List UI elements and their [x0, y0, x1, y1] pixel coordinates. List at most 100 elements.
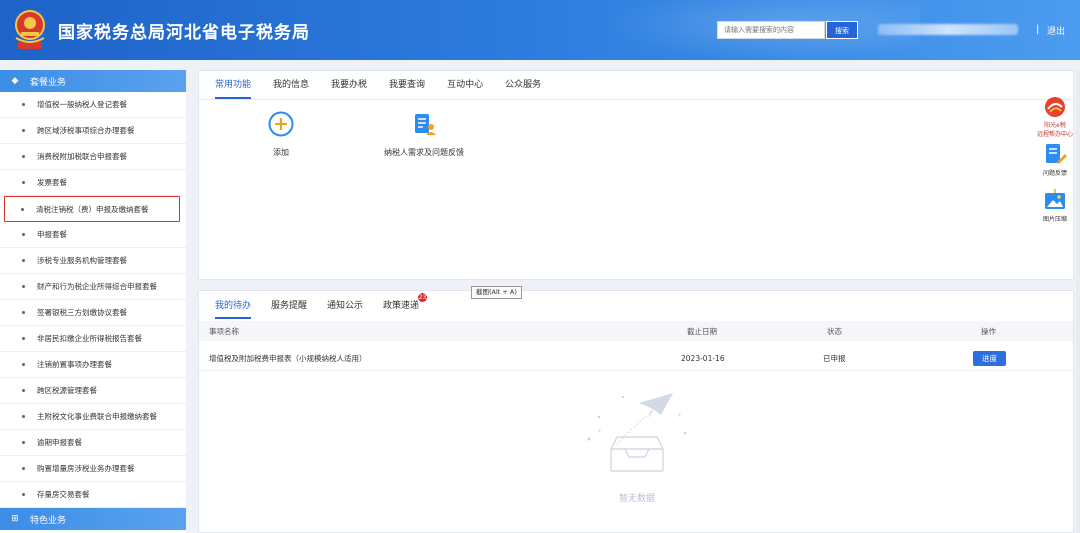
sidebar-item-label: 消费税附加税联合申报套餐: [37, 152, 127, 161]
tab-notice[interactable]: 通知公示: [327, 291, 363, 319]
tabs-divider: [199, 99, 1073, 100]
table-row: 增值税及附加税费申报表（小规模纳税人适用） 2023-01-16 已申报 进度: [199, 347, 1073, 371]
national-emblem-icon: [15, 10, 45, 49]
sidebar-item-label: 签署银税三方划缴协议套餐: [37, 308, 127, 317]
sunshine-tax-logo-icon: [1045, 97, 1065, 117]
layers-icon: ◆: [11, 76, 19, 86]
image-compress-icon: [1045, 189, 1065, 209]
bullet-icon: [22, 337, 25, 340]
bullet-icon: [22, 129, 25, 132]
sidebar-item[interactable]: 涉税专业服务机构管理套餐: [0, 248, 186, 274]
tab-service-reminder[interactable]: 服务提醒: [271, 291, 307, 319]
add-function-button[interactable]: 添加: [261, 111, 301, 158]
sidebar-item-label: 发票套餐: [37, 178, 67, 187]
header-separator: |: [1036, 24, 1040, 35]
sidebar-item[interactable]: 跨区税源管理套餐: [0, 378, 186, 404]
col-header-status: 状态: [827, 326, 842, 336]
progress-button-wrap: 进度: [973, 347, 1006, 370]
table-header: 事项名称 截止日期 状态 操作: [199, 321, 1073, 341]
bullet-icon: [22, 441, 25, 444]
page-scrollbar[interactable]: [1076, 70, 1080, 533]
sidebar-item[interactable]: 购置增量房涉税业务办理套餐: [0, 456, 186, 482]
tab-public-service[interactable]: 公众服务: [505, 71, 541, 99]
sidebar-item-label: 增值税一般纳税人登记套餐: [37, 100, 127, 109]
progress-button[interactable]: 进度: [973, 351, 1006, 366]
search-input[interactable]: [717, 21, 825, 39]
bullet-icon: [22, 311, 25, 314]
bullet-icon: [22, 285, 25, 288]
bullet-icon: [22, 493, 25, 496]
sidebar-category-special[interactable]: ⊞ 特色业务: [0, 508, 186, 530]
tab-my-info[interactable]: 我的信息: [273, 71, 309, 99]
remote-help-center-button[interactable]: 阳光e税 远程帮办中心: [1036, 96, 1074, 138]
sidebar-item[interactable]: 发票套餐: [0, 170, 186, 196]
sidebar-item[interactable]: 主附税文化事业费联合申报缴纳套餐: [0, 404, 186, 430]
image-compress-button[interactable]: 图片压缩: [1036, 188, 1074, 223]
col-header-deadline: 截止日期: [687, 326, 717, 336]
tab-policy-label: 政策速递: [383, 301, 420, 311]
empty-state-text: 暂无数据: [618, 494, 655, 504]
sidebar-item[interactable]: 非居民扣缴企业所得税报告套餐: [0, 326, 186, 352]
logout-link[interactable]: 退出: [1047, 24, 1065, 37]
screenshot-tooltip: 截图(Alt + A): [471, 286, 522, 299]
tab-do-tax[interactable]: 我要办税: [331, 71, 367, 99]
site-title: 国家税务总局河北省电子税务局: [58, 23, 310, 43]
bullet-icon: [22, 103, 25, 106]
sidebar-item-label: 申报套餐: [37, 230, 67, 239]
tab-query[interactable]: 我要查询: [389, 71, 425, 99]
add-icon: [268, 111, 294, 137]
sidebar-item[interactable]: 签署银税三方划缴协议套餐: [0, 300, 186, 326]
tab-policy-express[interactable]: 政策速递 23: [383, 291, 428, 319]
sidebar-category-package[interactable]: ◆ 套餐业务: [0, 70, 186, 92]
svg-text:+: +: [677, 412, 682, 419]
sidebar-item[interactable]: 财产和行为税企业所得综合申报套餐: [0, 274, 186, 300]
bullet-icon: [21, 207, 24, 211]
sidebar-item-label: 购置增量房涉税业务办理套餐: [37, 464, 135, 473]
sidebar: ◆ 套餐业务 增值税一般纳税人登记套餐 跨区域涉税事项综合办理套餐 消费税附加税…: [0, 70, 186, 533]
sidebar-item[interactable]: 申报套餐: [0, 222, 186, 248]
add-function-label: 添加: [273, 148, 289, 157]
search-button[interactable]: 搜索: [826, 21, 858, 39]
sidebar-category-label: 套餐业务: [30, 77, 67, 88]
edit-document-icon: [1046, 144, 1067, 164]
tab-my-todo[interactable]: 我的待办: [215, 291, 252, 319]
bullet-icon: [22, 259, 25, 262]
todo-panel: 我的待办 服务提醒 通知公示 政策速递 23 截图(Alt + A) 事项名称 …: [198, 286, 1074, 533]
todo-status: 已申报: [823, 354, 846, 363]
bottom-tabs: 我的待办 服务提醒 通知公示 政策速递 23: [199, 291, 428, 319]
bullet-icon: [22, 363, 25, 366]
sidebar-item[interactable]: 跨区域涉税事项综合办理套餐: [0, 118, 186, 144]
grid-icon: ⊞: [11, 514, 19, 524]
document-user-icon: [415, 114, 436, 135]
sidebar-category-label: 特色业务: [30, 515, 67, 526]
todo-name: 增值税及附加税费申报表（小规模纳税人适用）: [209, 354, 367, 363]
tab-interaction[interactable]: 互动中心: [447, 71, 483, 99]
sidebar-item[interactable]: 存量房交易套餐: [0, 482, 186, 508]
sidebar-item-label: 跨区域涉税事项综合办理套餐: [37, 126, 135, 135]
sidebar-item[interactable]: 增值税一般纳税人登记套餐: [0, 92, 186, 118]
sidebar-item-label: 跨区税源管理套餐: [37, 386, 97, 395]
tab-common-functions[interactable]: 常用功能: [215, 71, 252, 99]
col-header-name: 事项名称: [209, 326, 239, 336]
sidebar-item-label: 主附税文化事业费联合申报缴纳套餐: [37, 412, 157, 421]
empty-inbox-icon: + +: [587, 393, 687, 472]
bullet-icon: [22, 467, 25, 470]
user-name-blurred: [878, 24, 1018, 35]
sidebar-item-selected[interactable]: 清税注销税（费）申报及缴纳套餐: [4, 196, 180, 222]
common-functions-panel: 常用功能 我的信息 我要办税 我要查询 互动中心 公众服务 添加 纳税人需求及问…: [198, 70, 1074, 280]
bullet-icon: [22, 233, 25, 236]
notification-badge: 23: [418, 293, 428, 302]
sidebar-item[interactable]: 注销前置事项办理套餐: [0, 352, 186, 378]
sidebar-item-label: 存量房交易套餐: [37, 490, 90, 499]
problem-feedback-button[interactable]: 问题反馈: [1036, 142, 1074, 177]
bullet-icon: [22, 389, 25, 392]
header-bar: 国家税务总局河北省电子税务局 搜索 | 退出: [0, 0, 1080, 60]
sidebar-item-label: 非居民扣缴企业所得税报告套餐: [37, 334, 142, 343]
sidebar-item-label: 注销前置事项办理套餐: [37, 360, 112, 369]
image-compress-label: 图片压缩: [1042, 216, 1067, 223]
feedback-function-button[interactable]: 纳税人需求及问题反馈: [379, 111, 469, 158]
sidebar-item[interactable]: 逾期申报套餐: [0, 430, 186, 456]
bullet-icon: [22, 155, 25, 158]
sidebar-item-label: 财产和行为税企业所得综合申报套餐: [37, 282, 157, 291]
sidebar-item[interactable]: 消费税附加税联合申报套餐: [0, 144, 186, 170]
